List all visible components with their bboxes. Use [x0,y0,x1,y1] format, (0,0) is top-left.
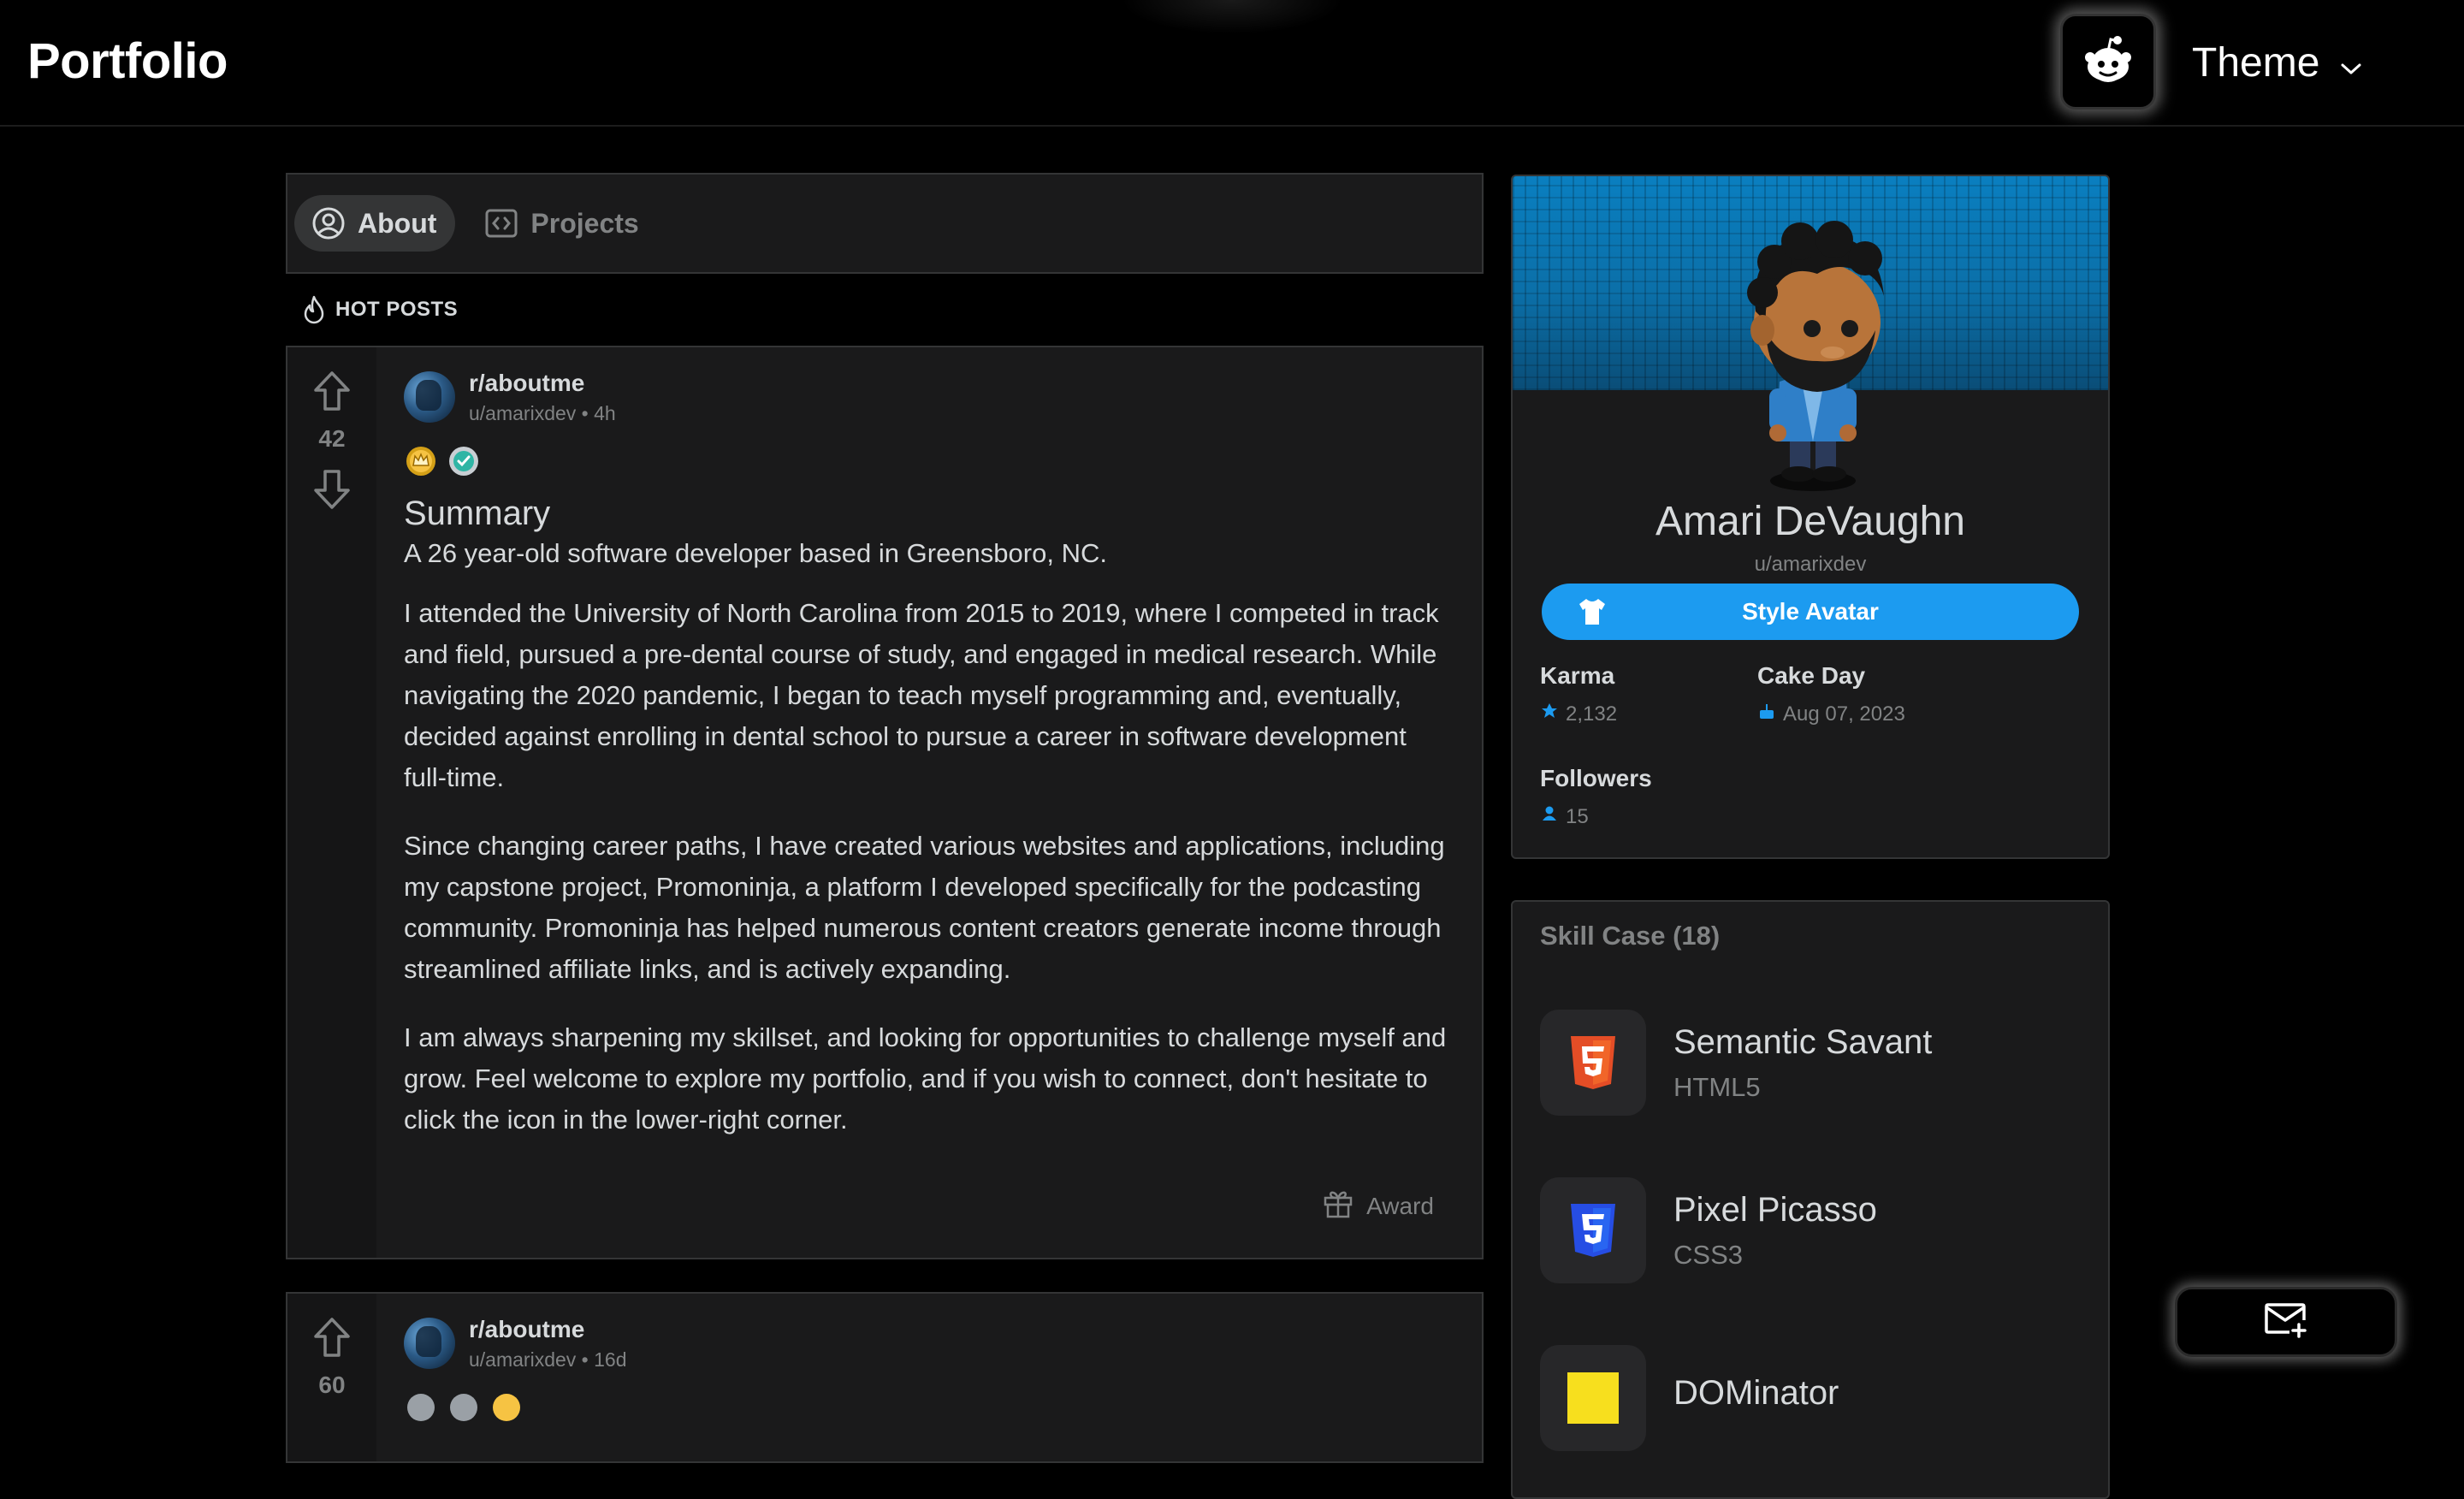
reddit-snoo-icon [2080,34,2136,90]
tab-about-label: About [358,207,437,239]
karma-label: Karma [1540,662,1615,689]
award-icon[interactable] [447,1390,481,1425]
mail-plus-icon [2264,1301,2308,1343]
shirt-icon [1576,595,1608,634]
site-logo[interactable]: Portfolio [27,33,228,90]
style-avatar-label: Style Avatar [1742,598,1879,625]
post-byline[interactable]: u/amarixdev • 4h [469,402,616,425]
post-byline[interactable]: u/amarixdev • 16d [469,1348,626,1372]
tab-projects[interactable]: Projects [467,195,657,252]
post-card[interactable]: 60 r/aboutme u/amarixdev • 16d [286,1292,1484,1463]
cake-icon [1757,702,1783,726]
gift-icon [1322,1187,1366,1225]
skill-case-card: Skill Case (18) Semantic Savant HTML5 Pi… [1511,900,2110,1499]
skill-item[interactable]: Semantic Savant HTML5 [1540,1010,1932,1116]
contact-mail-button[interactable] [2175,1287,2397,1357]
gold-crown-award-icon[interactable] [489,1390,524,1425]
post-meta: r/aboutme u/amarixdev • 16d [404,1309,1448,1378]
karma-value: 2,132 [1566,702,1618,726]
post-body: r/aboutme u/amarixdev • 16d [404,1309,1448,1427]
vote-count: 60 [318,1372,346,1398]
snoo-avatar[interactable] [1706,202,1920,497]
followers-stat: Followers 15 [1540,765,1652,829]
post-body: r/aboutme u/amarixdev • 4h Summary A 26 … [404,363,1448,1168]
reddit-button[interactable] [2060,14,2156,110]
skill-name: DOMinator [1673,1373,1839,1412]
followers-value: 15 [1566,804,1589,828]
style-avatar-button[interactable]: Style Avatar [1542,584,2079,640]
cake-day-stat: Cake Day Aug 07, 2023 [1757,662,1905,726]
award-icon[interactable] [404,1390,438,1425]
skill-item[interactable]: Pixel Picasso CSS3 [1540,1177,1877,1283]
javascript-icon [1540,1345,1646,1451]
css3-icon [1540,1177,1646,1283]
skill-name: Pixel Picasso [1673,1190,1877,1229]
helpful-award-icon[interactable] [447,444,481,478]
skill-case-title: Skill Case (18) [1540,921,1721,951]
person-icon [1540,804,1566,829]
subreddit-link[interactable]: r/aboutme [469,370,616,397]
vote-column: 60 [287,1294,376,1461]
profile-tabs: About Projects [286,173,1484,274]
post-meta: r/aboutme u/amarixdev • 4h [404,363,1448,431]
skill-item[interactable]: DOMinator [1540,1345,1839,1451]
user-circle-icon [311,206,346,240]
post-paragraph: I am always sharpening my skillset, and … [404,1022,1447,1135]
theme-dropdown[interactable]: Theme [2192,34,2362,91]
skill-tech: CSS3 [1673,1239,1743,1270]
award-list [404,441,1448,481]
cake-day-value: Aug 07, 2023 [1783,702,1905,726]
gold-crown-award-icon[interactable] [404,444,438,478]
flame-icon [301,294,327,325]
html5-icon [1540,1010,1646,1116]
upvote-arrow-icon[interactable] [312,1316,352,1363]
upvote-arrow-icon[interactable] [312,370,352,417]
subreddit-avatar[interactable] [404,1318,455,1369]
tab-about[interactable]: About [294,195,456,252]
post-title[interactable]: Summary [404,495,1448,533]
hot-posts-heading: HOT POSTS [301,294,458,325]
chevron-down-icon [2319,39,2362,86]
hot-posts-label: HOT POSTS [335,298,459,321]
vote-count: 42 [318,425,346,452]
award-list [404,1388,1448,1427]
vote-column: 42 [287,347,376,1258]
award-label: Award [1366,1192,1434,1219]
downvote-arrow-icon[interactable] [312,468,352,515]
award-button[interactable]: Award [1322,1187,1434,1225]
subreddit-avatar[interactable] [404,371,455,423]
followers-label: Followers [1540,765,1652,791]
post-paragraph: I attended the University of North Carol… [404,598,1439,792]
profile-name: Amari DeVaughn [1656,499,1965,544]
karma-icon [1540,702,1566,726]
subreddit-link[interactable]: r/aboutme [469,1316,626,1343]
cake-day-label: Cake Day [1757,662,1866,689]
skill-name: Semantic Savant [1673,1022,1933,1061]
top-bar: Portfolio Theme [0,0,2464,127]
theme-label: Theme [2192,39,2320,86]
post-paragraph: A 26 year-old software developer based i… [404,538,1107,568]
skill-tech: HTML5 [1673,1071,1761,1102]
header-glow [1121,0,1343,34]
post-paragraph: Since changing career paths, I have crea… [404,831,1445,984]
post-content: A 26 year-old software developer based i… [404,533,1448,1141]
profile-card: Amari DeVaughn u/amarixdev Style Avatar … [1511,175,2110,859]
post-card[interactable]: 42 r/aboutme u/amarixdev • 4h Summary A … [286,346,1484,1259]
tab-projects-label: Projects [530,207,639,239]
code-icon [484,206,518,240]
profile-username: u/amarixdev [1754,553,1867,576]
karma-stat: Karma 2,132 [1540,662,1617,726]
